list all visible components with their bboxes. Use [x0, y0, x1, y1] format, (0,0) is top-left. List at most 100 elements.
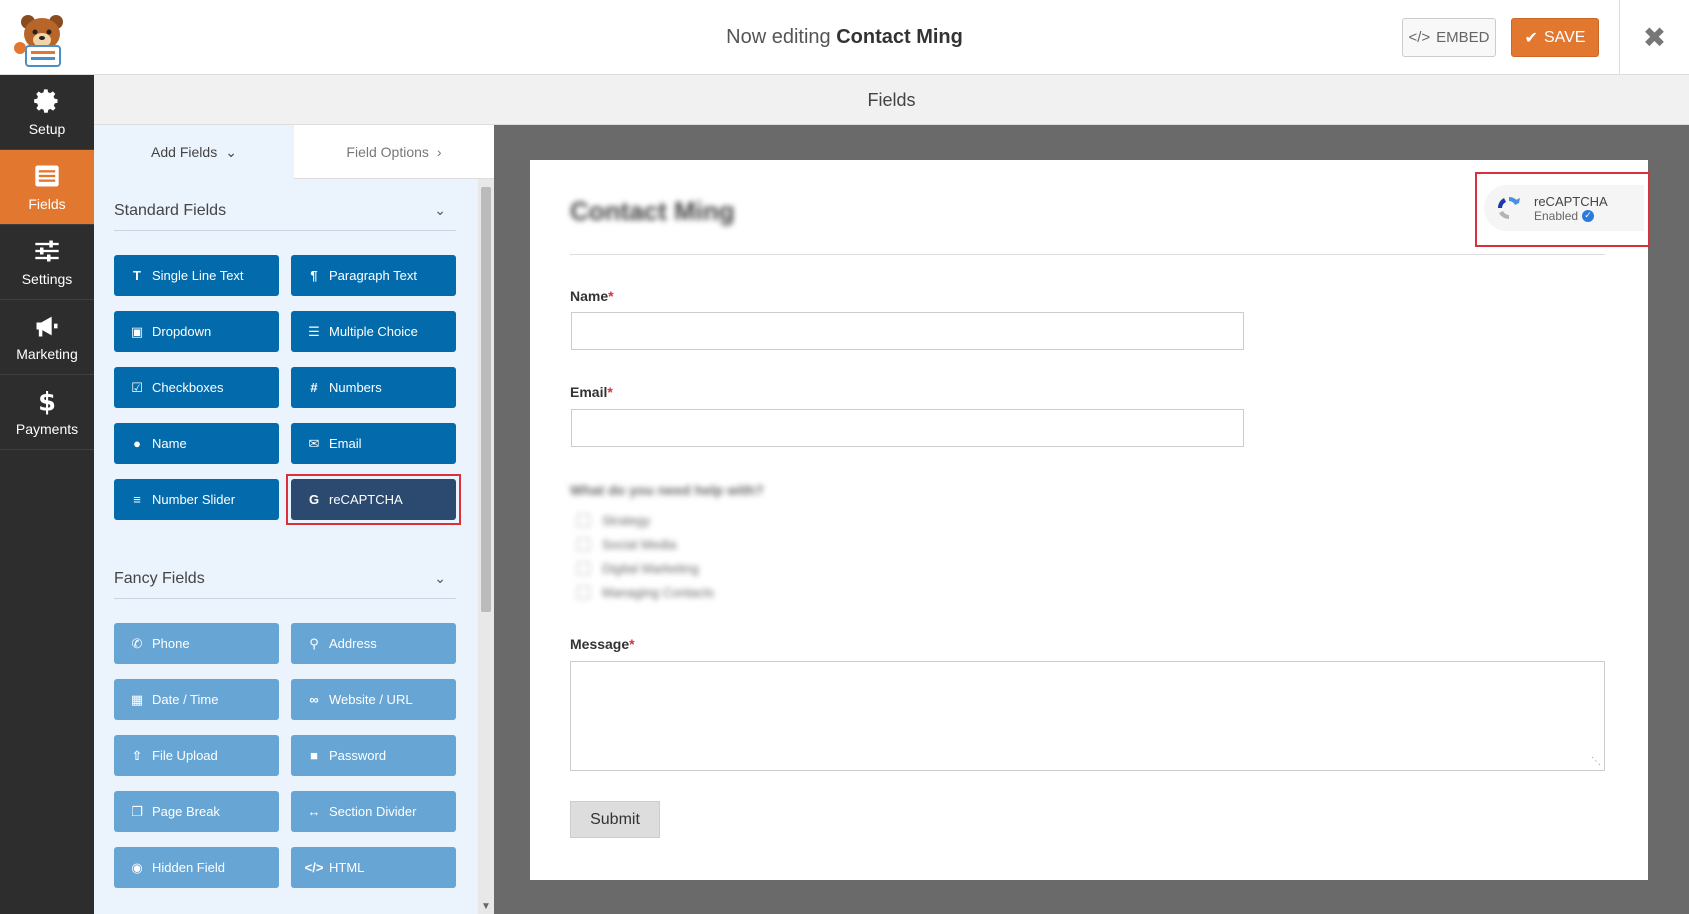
chevron-down-icon: ⌄: [225, 143, 237, 160]
field-button-file-upload[interactable]: ⇧ File Upload: [114, 735, 279, 776]
required-mark: *: [608, 288, 614, 304]
nav-label: Marketing: [16, 346, 78, 362]
fields-panel: Add Fields ⌄ Field Options › Standard Fi…: [94, 125, 494, 914]
message-field-label: Message*: [570, 636, 635, 652]
megaphone-icon: [36, 316, 58, 337]
option-label: Strategy: [602, 513, 651, 528]
field-button-number-slider[interactable]: ≡ Number Slider: [114, 479, 279, 520]
field-label: Section Divider: [329, 804, 417, 819]
field-label: Paragraph Text: [329, 268, 417, 283]
sliders-icon: [35, 240, 59, 262]
label-text: Message: [570, 636, 630, 652]
form-name: Contact Ming: [836, 26, 963, 48]
scrollbar-thumb[interactable]: [481, 187, 491, 612]
field-label: HTML: [329, 860, 365, 875]
chevron-down-icon: ⌄: [434, 202, 446, 218]
lock-icon: ■: [310, 748, 318, 763]
field-button-name[interactable]: ● Name: [114, 423, 279, 464]
save-label: SAVE: [1543, 28, 1586, 46]
option-label: Social Media: [602, 537, 677, 552]
nav-item-marketing[interactable]: Marketing: [0, 300, 94, 375]
help-question-label: What do you need help with?: [570, 482, 764, 498]
map-pin-icon: ⚲: [309, 635, 319, 651]
field-button-dropdown[interactable]: ▣ Dropdown: [114, 311, 279, 352]
required-mark: *: [607, 384, 613, 400]
nav-label: Settings: [21, 271, 73, 287]
tab-add-fields[interactable]: Add Fields ⌄: [94, 125, 294, 179]
save-button[interactable]: ✔ SAVE: [1511, 18, 1599, 57]
field-label: Hidden Field: [152, 860, 225, 875]
field-button-single-line-text[interactable]: T Single Line Text: [114, 255, 279, 296]
field-button-address[interactable]: ⚲ Address: [291, 623, 456, 664]
phone-icon: ✆: [131, 635, 143, 651]
field-button-numbers[interactable]: # Numbers: [291, 367, 456, 408]
code-icon: </>: [304, 860, 324, 875]
email-input[interactable]: [571, 409, 1244, 447]
checkbox-option[interactable]: Digital Marketing: [577, 561, 699, 576]
paragraph-icon: ¶: [310, 268, 318, 283]
group-title: Fancy Fields: [114, 569, 205, 587]
resize-handle-icon[interactable]: ⋱: [1591, 756, 1601, 767]
field-label: Email: [329, 436, 362, 451]
field-button-html[interactable]: </> HTML: [291, 847, 456, 888]
field-button-multiple-choice[interactable]: ☰ Multiple Choice: [291, 311, 456, 352]
field-label: Multiple Choice: [329, 324, 418, 339]
checkbox-option[interactable]: Social Media: [577, 537, 676, 552]
group-title: Standard Fields: [114, 201, 227, 219]
field-button-section-divider[interactable]: ↔ Section Divider: [291, 791, 456, 832]
fields-list-icon: [35, 165, 59, 187]
checkbox-icon: ☑: [131, 379, 143, 395]
field-label: Numbers: [329, 380, 382, 395]
panel-tabs: Add Fields ⌄ Field Options ›: [94, 125, 494, 179]
nav-item-fields[interactable]: Fields: [0, 150, 94, 225]
scroll-down-icon[interactable]: ▼: [481, 901, 491, 912]
field-button-password[interactable]: ■ Password: [291, 735, 456, 776]
divider: [570, 254, 1605, 255]
copy-icon: ❐: [131, 803, 143, 819]
field-button-website-url[interactable]: ∞ Website / URL: [291, 679, 456, 720]
text-icon: T: [133, 268, 141, 283]
field-button-phone[interactable]: ✆ Phone: [114, 623, 279, 664]
name-input[interactable]: [571, 312, 1244, 350]
submit-button[interactable]: Submit: [570, 801, 660, 838]
standard-fields-header[interactable]: Standard Fields ⌄: [114, 191, 456, 231]
field-button-paragraph-text[interactable]: ¶ Paragraph Text: [291, 255, 456, 296]
label-text: Email: [570, 384, 608, 400]
field-label: Page Break: [152, 804, 220, 819]
nav-item-setup[interactable]: Setup: [0, 75, 94, 150]
field-button-hidden-field[interactable]: ◉ Hidden Field: [114, 847, 279, 888]
eye-slash-icon: ◉: [131, 859, 143, 875]
arrows-h-icon: ↔: [307, 804, 321, 819]
field-label: Name: [152, 436, 187, 451]
nav-item-settings[interactable]: Settings: [0, 225, 94, 300]
field-button-date-time[interactable]: ▦ Date / Time: [114, 679, 279, 720]
gear-icon: [34, 89, 58, 113]
field-button-page-break[interactable]: ❐ Page Break: [114, 791, 279, 832]
svg-text:$: $: [38, 387, 56, 415]
required-mark: *: [629, 636, 635, 652]
panel-scrollbar[interactable]: ▼: [478, 179, 494, 914]
recaptcha-badge-highlight: [1475, 172, 1650, 247]
embed-label: EMBED: [1436, 29, 1490, 46]
checkbox-option[interactable]: Managing Contacts: [577, 585, 714, 600]
chevron-right-icon: ›: [436, 143, 442, 160]
field-button-checkboxes[interactable]: ☑ Checkboxes: [114, 367, 279, 408]
nav-item-payments[interactable]: $ Payments: [0, 375, 94, 450]
close-icon[interactable]: ✖: [1620, 0, 1689, 75]
email-field-label: Email*: [570, 384, 613, 400]
field-label: Number Slider: [152, 492, 236, 507]
nav-label: Payments: [15, 421, 79, 437]
tab-field-options[interactable]: Field Options ›: [294, 125, 494, 179]
dollar-icon: $: [38, 387, 56, 415]
fancy-fields-header[interactable]: Fancy Fields ⌄: [114, 559, 456, 599]
title-prefix: Now editing: [726, 26, 831, 48]
field-label: Password: [329, 748, 387, 763]
message-textarea[interactable]: ⋱: [570, 661, 1605, 771]
envelope-icon: ✉: [308, 435, 320, 451]
embed-button[interactable]: </> EMBED: [1402, 18, 1496, 57]
field-button-email[interactable]: ✉ Email: [291, 423, 456, 464]
user-icon: ●: [133, 436, 141, 451]
top-bar: Now editing Contact Ming </> EMBED ✔ SAV…: [0, 0, 1689, 75]
checkbox-option[interactable]: Strategy: [577, 513, 650, 528]
panel-scroll-area: Standard Fields ⌄ T Single Line Text ¶ Par…: [94, 179, 478, 914]
